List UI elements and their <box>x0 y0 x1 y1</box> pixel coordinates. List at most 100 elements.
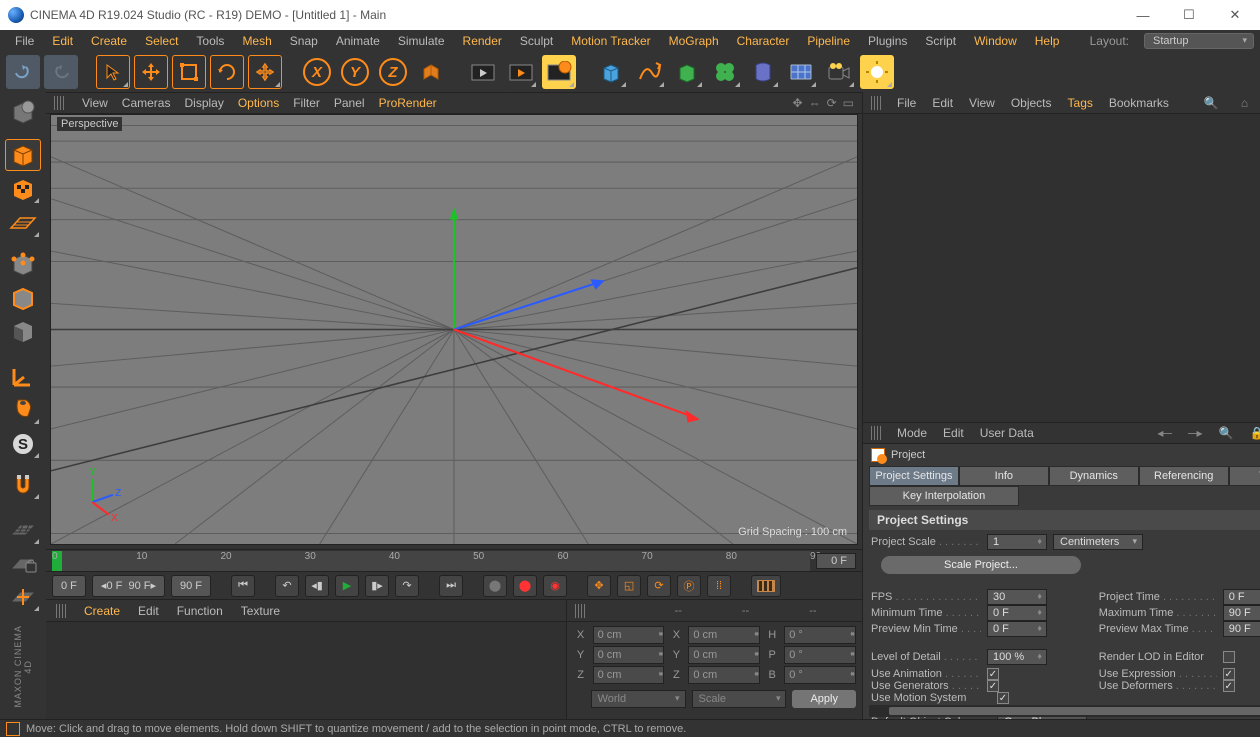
object-manager[interactable] <box>863 114 1260 422</box>
y-axis-lock[interactable]: Y <box>338 55 372 89</box>
polygon-mode[interactable] <box>5 316 41 348</box>
attr-menu-mode[interactable]: Mode <box>897 426 927 440</box>
pmin-input[interactable]: 0 F <box>987 621 1047 637</box>
add-deformer[interactable] <box>746 55 780 89</box>
coord-value-input[interactable]: 0 cm <box>688 626 760 644</box>
autokey-button[interactable]: ◉ <box>543 575 567 597</box>
vp-menu-display[interactable]: Display <box>184 96 223 110</box>
add-environment[interactable] <box>784 55 818 89</box>
coord-value-input[interactable]: 0 cm <box>688 666 760 684</box>
menu-tools[interactable]: Tools <box>187 31 233 51</box>
menu-window[interactable]: Window <box>965 31 1026 51</box>
timeline[interactable]: 0102030405060708090 0 F <box>46 549 862 571</box>
coord-value-input[interactable]: 0 ° <box>784 646 856 664</box>
menu-pipeline[interactable]: Pipeline <box>798 31 859 51</box>
mat-menu-edit[interactable]: Edit <box>138 604 159 618</box>
grip-icon[interactable] <box>54 96 64 110</box>
use-expr-checkbox[interactable] <box>1223 668 1235 680</box>
om-tags[interactable]: Tags <box>1068 96 1093 110</box>
fps-input[interactable]: 30 <box>987 589 1047 605</box>
workplane-lock[interactable] <box>5 548 41 580</box>
key-scale-button[interactable]: ◱ <box>617 575 641 597</box>
range-end[interactable]: 90 F <box>171 575 211 597</box>
goto-end-button[interactable]: ⏭ <box>439 575 463 597</box>
menu-create[interactable]: Create <box>82 31 136 51</box>
coord-value-input[interactable]: 0 cm <box>593 646 665 664</box>
menu-sculpt[interactable]: Sculpt <box>511 31 562 51</box>
texture-mode[interactable] <box>5 173 41 205</box>
menu-animate[interactable]: Animate <box>327 31 389 51</box>
om-view[interactable]: View <box>969 96 995 110</box>
next-key-button[interactable]: ↷ <box>395 575 419 597</box>
make-editable-icon[interactable] <box>5 96 41 128</box>
attr-nav-back[interactable]: ◂─ <box>1157 426 1172 440</box>
range-slider[interactable]: ◂0 F 90 F▸ <box>92 575 165 597</box>
magnet-tool[interactable] <box>5 469 41 501</box>
workplane-mode[interactable] <box>5 207 41 239</box>
search-icon[interactable]: 🔍 <box>1201 96 1222 110</box>
grip-icon[interactable] <box>871 96 881 110</box>
render-picture-viewer[interactable] <box>504 55 538 89</box>
tab-project-settings[interactable]: Project Settings <box>869 466 959 486</box>
record-button[interactable]: ⬤ <box>513 575 537 597</box>
vp-menu-prorender[interactable]: ProRender <box>379 96 437 110</box>
vp-zoom-icon[interactable]: ⇔ <box>809 96 821 110</box>
om-bookmarks[interactable]: Bookmarks <box>1109 96 1169 110</box>
add-mograph[interactable] <box>708 55 742 89</box>
coord-value-input[interactable]: 0 ° <box>784 666 856 684</box>
mat-menu-function[interactable]: Function <box>177 604 223 618</box>
edge-mode[interactable] <box>5 282 41 314</box>
use-motion-checkbox[interactable] <box>997 692 1009 704</box>
material-list[interactable] <box>46 622 566 719</box>
add-cube[interactable] <box>594 55 628 89</box>
coord-apply-button[interactable]: Apply <box>792 690 856 708</box>
tab-todo[interactable]: To Do <box>1229 466 1260 486</box>
minimize-button[interactable]: — <box>1120 0 1166 30</box>
vp-toggle-icon[interactable]: ▭ <box>843 96 854 110</box>
add-generator[interactable] <box>670 55 704 89</box>
menu-simulate[interactable]: Simulate <box>389 31 454 51</box>
key-move-button[interactable]: ✥ <box>587 575 611 597</box>
key-rotate-button[interactable]: ⟳ <box>647 575 671 597</box>
use-gen-checkbox[interactable] <box>987 680 999 692</box>
tab-referencing[interactable]: Referencing <box>1139 466 1229 486</box>
tab-info[interactable]: Info <box>959 466 1049 486</box>
move-tool[interactable] <box>134 55 168 89</box>
workplane-grid[interactable] <box>5 514 41 546</box>
coord-value-input[interactable]: 0 cm <box>593 666 665 684</box>
mat-menu-texture[interactable]: Texture <box>241 604 280 618</box>
vp-menu-filter[interactable]: Filter <box>293 96 320 110</box>
x-axis-lock[interactable]: X <box>300 55 334 89</box>
tweak-mode[interactable] <box>5 394 41 426</box>
menu-script[interactable]: Script <box>916 31 965 51</box>
render-settings[interactable] <box>542 55 576 89</box>
rotate-tool[interactable] <box>210 55 244 89</box>
last-tool[interactable] <box>248 55 282 89</box>
vp-menu-panel[interactable]: Panel <box>334 96 365 110</box>
viewport[interactable]: Y Z X Perspective Grid Spacing : 100 cm <box>50 114 858 545</box>
snap-toggle[interactable]: S <box>5 428 41 460</box>
menu-help[interactable]: Help <box>1026 31 1069 51</box>
menu-plugins[interactable]: Plugins <box>859 31 916 51</box>
timeline-end-frame[interactable]: 0 F <box>816 553 856 569</box>
z-axis-lock[interactable]: Z <box>376 55 410 89</box>
om-edit[interactable]: Edit <box>932 96 953 110</box>
key-pla-button[interactable]: ⁞⁞ <box>707 575 731 597</box>
attr-lock-icon[interactable]: 🔒 <box>1249 426 1260 440</box>
project-scale-unit[interactable]: Centimeters <box>1053 534 1143 550</box>
layout-dropdown[interactable]: Startup <box>1144 33 1254 49</box>
coord-value-input[interactable]: 0 cm <box>593 626 665 644</box>
om-file[interactable]: File <box>897 96 916 110</box>
tab-dynamics[interactable]: Dynamics <box>1049 466 1139 486</box>
undo-button[interactable] <box>6 55 40 89</box>
key-param-button[interactable]: Ⓟ <box>677 575 701 597</box>
use-def-checkbox[interactable] <box>1223 680 1235 692</box>
key-mode-button[interactable] <box>751 575 781 597</box>
attr-menu-edit[interactable]: Edit <box>943 426 964 440</box>
vp-orbit-icon[interactable]: ⟳ <box>827 96 837 110</box>
attr-menu-userdata[interactable]: User Data <box>980 426 1034 440</box>
timeline-ruler[interactable]: 0102030405060708090 <box>52 551 810 571</box>
lod-input[interactable]: 100 % <box>987 649 1047 665</box>
record-disabled-button[interactable]: ⬤ <box>483 575 507 597</box>
menu-file[interactable]: File <box>6 31 43 51</box>
